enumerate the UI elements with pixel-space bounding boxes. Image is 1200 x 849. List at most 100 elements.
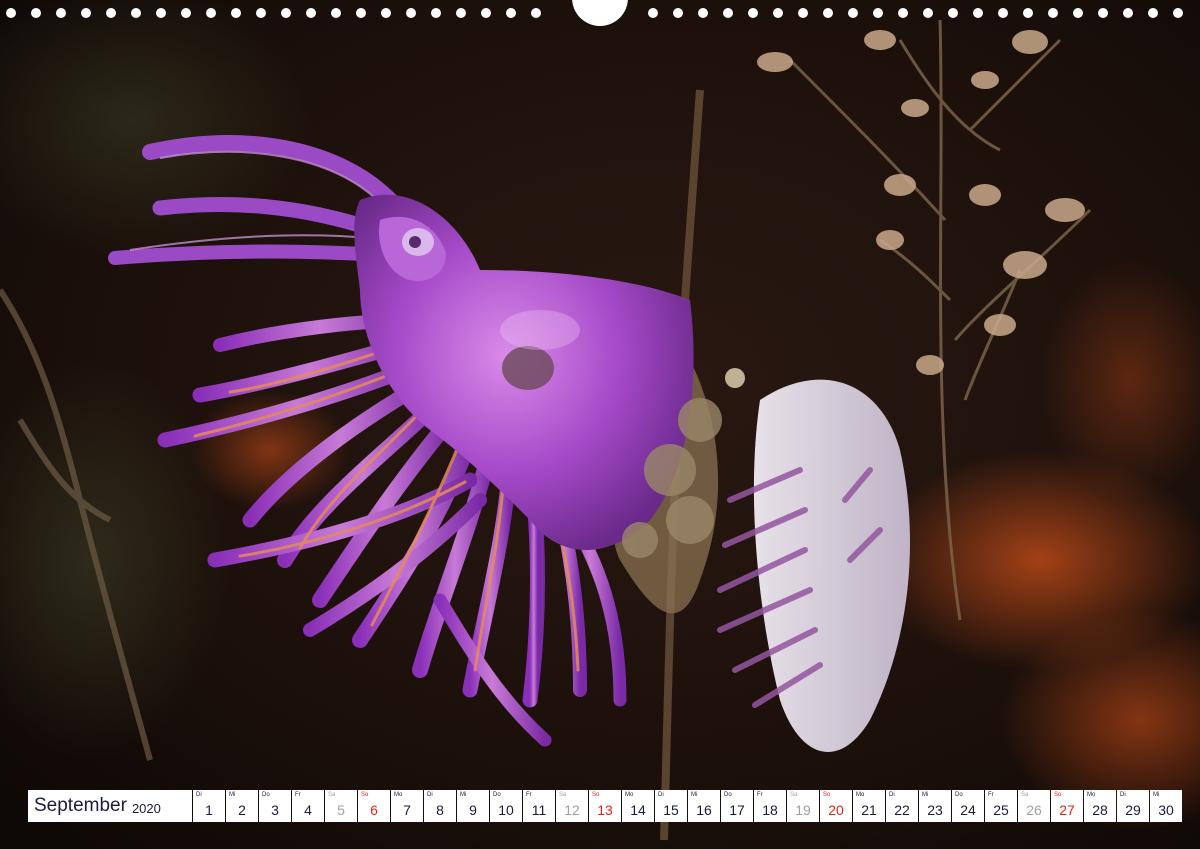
- weekday-abbrev: Di: [196, 792, 202, 798]
- day-number: 12: [564, 802, 580, 818]
- day-cell: Do 10: [490, 790, 522, 822]
- day-number: 8: [436, 802, 444, 818]
- day-number: 16: [696, 802, 712, 818]
- day-cell: Di 29: [1117, 790, 1149, 822]
- day-cell: Fr 25: [985, 790, 1017, 822]
- day-number: 28: [1092, 802, 1108, 818]
- binding-hole: [181, 8, 191, 18]
- day-cell: Sa 19: [787, 790, 819, 822]
- binding-hole: [873, 8, 883, 18]
- day-number: 14: [630, 802, 646, 818]
- day-cell: Sa 26: [1018, 790, 1050, 822]
- day-cell: Sa 5: [325, 790, 357, 822]
- binding-hole: [456, 8, 466, 18]
- day-number: 19: [795, 802, 811, 818]
- hanger-cutout: [572, 0, 628, 26]
- binding-hole: [648, 8, 658, 18]
- binding-hole: [923, 8, 933, 18]
- day-number: 10: [498, 802, 514, 818]
- day-number: 15: [663, 802, 679, 818]
- weekday-abbrev: Mi: [229, 792, 236, 798]
- weekday-abbrev: Mo: [394, 792, 403, 798]
- binding-hole: [306, 8, 316, 18]
- weekday-abbrev: So: [361, 792, 369, 798]
- day-cell: Sa 12: [556, 790, 588, 822]
- weekday-abbrev: So: [823, 792, 831, 798]
- day-cell: Do 24: [952, 790, 984, 822]
- weekday-abbrev: So: [592, 792, 600, 798]
- day-number: 22: [894, 802, 910, 818]
- binding-hole: [798, 8, 808, 18]
- binding-hole: [106, 8, 116, 18]
- binding-hole: [56, 8, 66, 18]
- day-number: 21: [861, 802, 877, 818]
- weekday-abbrev: Mo: [1087, 792, 1096, 798]
- day-cell: Mi 9: [457, 790, 489, 822]
- day-cell: So 27: [1051, 790, 1083, 822]
- day-number: 1: [205, 802, 213, 818]
- day-cell: Mo 7: [391, 790, 423, 822]
- day-cell: Fr 4: [292, 790, 324, 822]
- weekday-abbrev: Di: [1120, 792, 1126, 798]
- binding-hole: [1173, 8, 1183, 18]
- binding-hole: [948, 8, 958, 18]
- binding-hole: [506, 8, 516, 18]
- day-number: 29: [1125, 802, 1141, 818]
- month-calendar-strip: September 2020 Di 1 Mi 2 Do 3 Fr 4 Sa 5 So 6 Mo 7 Di 8 M…: [28, 790, 1182, 822]
- weekday-abbrev: Mi: [460, 792, 467, 798]
- weekday-abbrev: Sa: [1021, 792, 1029, 798]
- binding-hole: [1073, 8, 1083, 18]
- day-number: 25: [993, 802, 1009, 818]
- day-cell: Di 1: [193, 790, 225, 822]
- weekday-abbrev: Sa: [328, 792, 336, 798]
- month-label-box: September 2020: [28, 790, 192, 822]
- binding-hole: [773, 8, 783, 18]
- weekday-abbrev: Mi: [1153, 792, 1160, 798]
- binding-hole: [206, 8, 216, 18]
- binding-hole: [81, 8, 91, 18]
- day-cell: So 20: [820, 790, 852, 822]
- binding-hole: [531, 8, 541, 18]
- binding-hole: [256, 8, 266, 18]
- binding-hole: [848, 8, 858, 18]
- binding-hole: [698, 8, 708, 18]
- binding-hole: [1123, 8, 1133, 18]
- day-cell: So 13: [589, 790, 621, 822]
- binding-hole: [31, 8, 41, 18]
- day-number: 23: [927, 802, 943, 818]
- year: 2020: [131, 800, 161, 816]
- binding-hole: [973, 8, 983, 18]
- day-number: 27: [1059, 802, 1075, 818]
- binding-hole: [1098, 8, 1108, 18]
- binding-hole: [6, 8, 16, 18]
- binding-hole: [481, 8, 491, 18]
- day-number: 18: [762, 802, 778, 818]
- day-cell: Fr 11: [523, 790, 555, 822]
- day-number: 20: [828, 802, 844, 818]
- binding-hole: [823, 8, 833, 18]
- binding-hole: [331, 8, 341, 18]
- day-number: 26: [1026, 802, 1042, 818]
- weekday-abbrev: Sa: [559, 792, 567, 798]
- binding-hole: [1023, 8, 1033, 18]
- day-number: 9: [469, 802, 477, 818]
- day-cell: Do 3: [259, 790, 291, 822]
- weekday-abbrev: Di: [658, 792, 664, 798]
- weekday-abbrev: Mo: [856, 792, 865, 798]
- day-cell: Di 15: [655, 790, 687, 822]
- day-number: 5: [337, 802, 345, 818]
- binding-hole: [231, 8, 241, 18]
- weekday-abbrev: Do: [262, 792, 270, 798]
- binding-hole: [281, 8, 291, 18]
- weekday-abbrev: Do: [724, 792, 732, 798]
- weekday-abbrev: Do: [955, 792, 963, 798]
- binding-hole: [156, 8, 166, 18]
- weekday-abbrev: Fr: [988, 792, 994, 798]
- day-number: 24: [960, 802, 976, 818]
- binding-hole: [723, 8, 733, 18]
- day-cell: Mo 14: [622, 790, 654, 822]
- day-cells: Di 1 Mi 2 Do 3 Fr 4 Sa 5 So 6 Mo 7 Di 8 Mi 9 Do 10 Fr 11 Sa 12 S…: [193, 790, 1182, 822]
- day-number: 17: [729, 802, 745, 818]
- day-number: 3: [271, 802, 279, 818]
- month-name: September: [34, 795, 127, 816]
